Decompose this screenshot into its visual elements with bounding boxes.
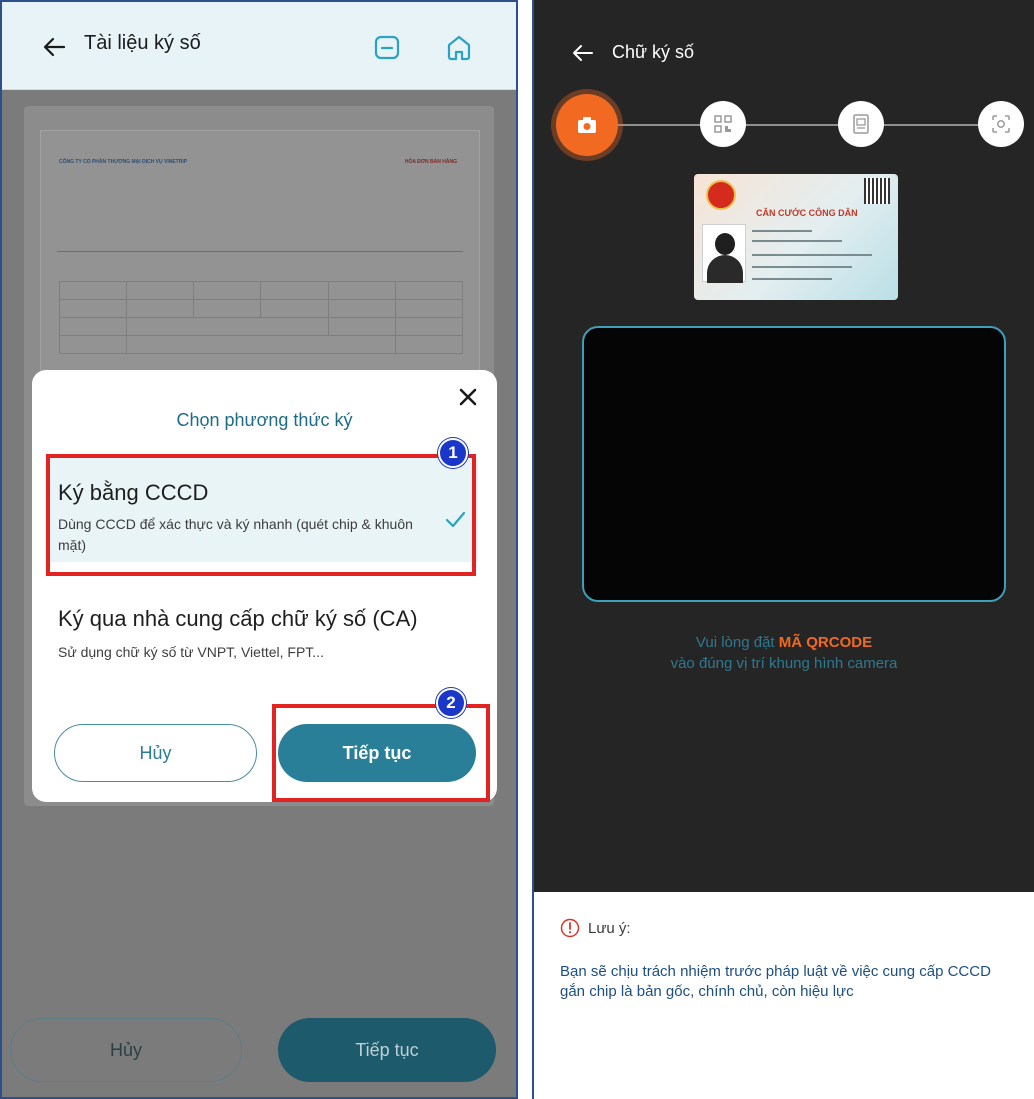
id-card-title: CĂN CƯỚC CÔNG DÂN: [756, 208, 858, 218]
back-arrow-icon[interactable]: [38, 30, 72, 64]
bottom-cancel-button[interactable]: Hủy: [10, 1018, 242, 1082]
face-scan-icon: [992, 115, 1010, 133]
warning-icon: [560, 918, 580, 938]
instruction-suffix: vào đúng vị trí khung hình camera: [670, 655, 898, 672]
back-arrow-icon[interactable]: [568, 38, 598, 68]
instruction-prefix: Vui lòng đặt: [695, 634, 779, 651]
invoice-type: HÓA ĐƠN BÁN HÀNG: [404, 159, 457, 165]
left-header: Tài liệu ký số: [2, 2, 516, 90]
dialog-title: Chọn phương thức ký: [176, 410, 353, 430]
portrait-photo: [702, 224, 746, 283]
step-badge-1: 1: [438, 438, 468, 468]
highlight-box-continue: [272, 704, 490, 802]
step-badge-2: 2: [436, 688, 466, 718]
step-qr: [700, 101, 746, 147]
screenshot-root: Tài liệu ký số CÔNG TY CỔ PHẦN THƯƠNG MẠ…: [0, 0, 1034, 1099]
qr-icon: [714, 115, 732, 133]
stepper-line: [594, 124, 1014, 126]
home-icon[interactable]: [442, 30, 476, 64]
left-phone-screen: Tài liệu ký số CÔNG TY CỔ PHẦN THƯƠNG MẠ…: [0, 0, 518, 1099]
step-face-scan: [978, 101, 1024, 147]
cancel-button[interactable]: Hủy: [54, 724, 257, 782]
highlight-box-option: [46, 454, 476, 576]
note-title: Lưu ý:: [588, 920, 631, 937]
camera-icon: [578, 117, 596, 133]
card-text-line: [752, 266, 852, 268]
invoice-table: [58, 281, 464, 354]
card-text-line: [752, 230, 812, 232]
folder-icon[interactable]: [370, 30, 404, 64]
document-scan-icon: [853, 114, 869, 134]
card-qr-icon: [864, 178, 890, 204]
step-document-scan: [838, 101, 884, 147]
close-icon[interactable]: [455, 384, 481, 410]
instruction-highlight: MÃ QRCODE: [778, 634, 873, 651]
camera-viewfinder: [582, 326, 1006, 602]
page-title: Tài liệu ký số: [84, 32, 201, 54]
card-text-line: [752, 254, 872, 256]
national-emblem-icon: [706, 180, 736, 210]
note-text: Bạn sẽ chịu trách nhiệm trước pháp luật …: [560, 963, 991, 1000]
divider: [57, 251, 463, 252]
bottom-continue-button[interactable]: Tiếp tục: [278, 1018, 496, 1082]
note-panel: Lưu ý: Bạn sẽ chịu trách nhiệm trước phá…: [534, 892, 1034, 1099]
invoice-company: CÔNG TY CỔ PHẦN THƯƠNG MẠI DỊCH VỤ VINET…: [59, 159, 188, 165]
scan-instruction: Vui lòng đặt MÃ QRCODE vào đúng vị trí k…: [534, 632, 1034, 674]
id-card-illustration: CĂN CƯỚC CÔNG DÂN: [694, 174, 898, 300]
card-text-line: [752, 240, 842, 242]
option-description: Sử dụng chữ ký số từ VNPT, Viettel, FPT.…: [58, 644, 324, 660]
option-title: Ký qua nhà cung cấp chữ ký số (CA): [58, 606, 418, 631]
right-phone-screen: Chữ ký số CĂN CƯỚC CÔNG DÂN Vui lòng đặt…: [532, 0, 1034, 1099]
page-title: Chữ ký số: [612, 42, 695, 62]
step-camera: [556, 94, 618, 156]
card-text-line: [752, 278, 832, 280]
